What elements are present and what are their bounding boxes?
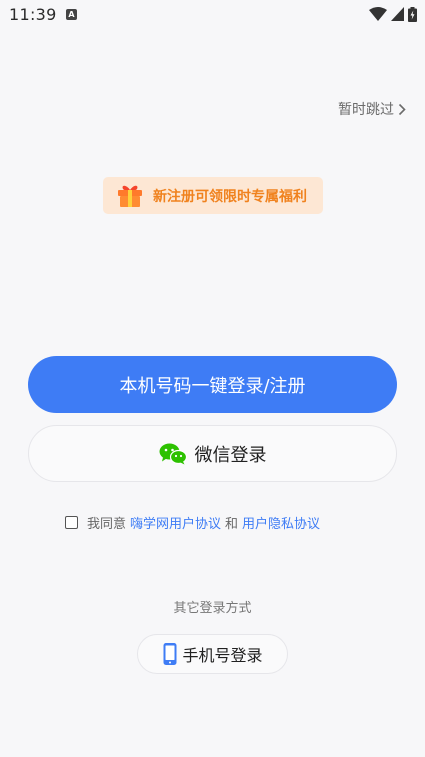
wechat-login-label: 微信登录 — [194, 444, 267, 466]
wechat-login-button[interactable]: 微信登录 — [28, 425, 397, 482]
phone-login-label: 手机号登录 — [182, 646, 263, 665]
agree-checkbox[interactable] — [65, 516, 78, 529]
skip-button[interactable]: 暂时跳过 — [338, 99, 406, 119]
other-login-title: 其它登录方式 — [173, 601, 252, 616]
agreement-and: 和 — [225, 517, 239, 532]
agreement-row: 我同意 嗨学网用户协议 和 用户隐私协议 — [65, 513, 324, 532]
promo-text: 新注册可领限时专属福利 — [153, 188, 307, 205]
one-click-login-button[interactable]: 本机号码一键登录/注册 — [28, 356, 397, 413]
user-agreement-link[interactable]: 嗨学网用户协议 — [130, 513, 221, 532]
promo-badge: 新注册可领限时专属福利 — [103, 177, 323, 214]
chevron-right-icon — [398, 103, 406, 115]
mobile-phone-icon — [163, 643, 177, 665]
battery-charging-icon — [408, 6, 417, 22]
one-click-login-label: 本机号码一键登录/注册 — [119, 375, 306, 397]
wechat-icon — [159, 443, 187, 464]
skip-label: 暂时跳过 — [338, 102, 394, 118]
gift-icon — [118, 185, 142, 207]
agreement-prefix: 我同意 — [87, 517, 127, 532]
signal-icon — [391, 7, 404, 21]
status-icons — [369, 6, 417, 22]
app-notification-icon: A — [66, 9, 77, 20]
phone-login-button[interactable]: 手机号登录 — [137, 634, 288, 674]
wifi-icon — [369, 7, 387, 21]
status-bar: 11:39 A — [0, 0, 425, 30]
privacy-policy-link[interactable]: 用户隐私协议 — [242, 513, 320, 532]
status-time: 11:39 — [9, 5, 57, 24]
login-screen: 11:39 A 暂时跳过 新注册可领限时专属福利 本机号码一键登录/注册 微信登… — [0, 0, 425, 757]
